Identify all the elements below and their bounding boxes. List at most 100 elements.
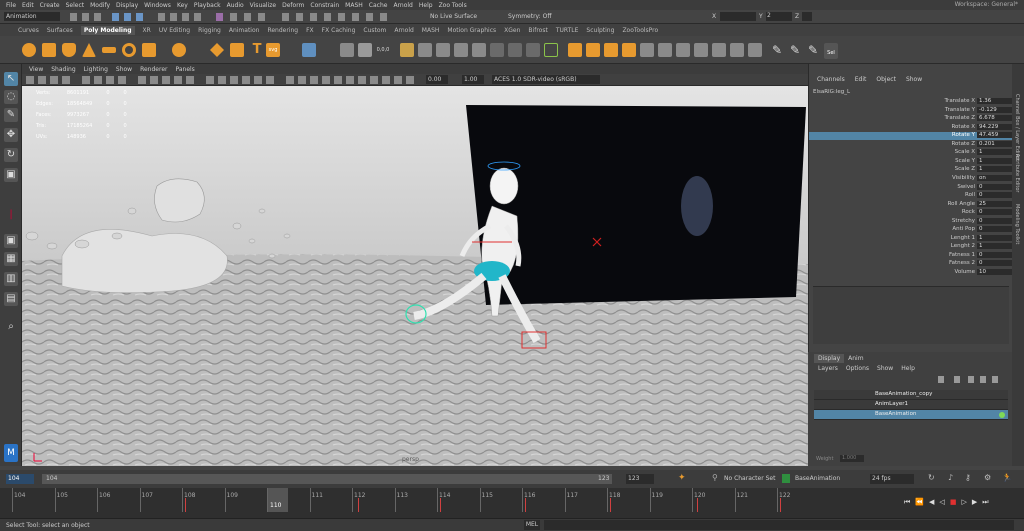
menu-item[interactable]: Edit xyxy=(22,2,34,9)
move-tool-icon[interactable]: ✥ xyxy=(4,128,18,142)
timeline[interactable]: 1041051061071081091101111121131141151161… xyxy=(0,488,1024,518)
attribute-row[interactable]: Rock 0 xyxy=(809,209,1013,217)
menu-item[interactable]: Deform xyxy=(282,2,304,9)
layer-row-selected[interactable]: BaseAnimation xyxy=(814,410,1008,420)
loop-icon[interactable]: ↻ xyxy=(928,473,935,482)
shelf-tab[interactable]: Rigging xyxy=(198,27,221,34)
sphere-icon[interactable] xyxy=(22,43,36,57)
cylinder-icon[interactable] xyxy=(62,43,76,57)
shelf-tab[interactable]: TURTLE xyxy=(556,27,579,34)
super-shape-icon[interactable] xyxy=(230,43,244,57)
attribute-value[interactable]: 94.229 xyxy=(977,123,1013,130)
character-icon[interactable]: ⚲ xyxy=(712,473,718,482)
attribute-row[interactable]: Scale Z1 xyxy=(809,166,1013,174)
edge-loop-icon[interactable] xyxy=(526,43,540,57)
layer-menu-item[interactable]: Layers xyxy=(818,365,838,372)
freeze-icon[interactable] xyxy=(658,43,672,57)
harden-icon[interactable] xyxy=(712,43,726,57)
channel-menu-item[interactable]: Edit xyxy=(855,76,867,83)
panel-menu-item[interactable]: Show xyxy=(116,66,132,73)
bevel-icon[interactable] xyxy=(436,43,450,57)
tab-attribute-editor[interactable]: Attribute Editor xyxy=(1014,154,1020,192)
shelf-tab[interactable]: Poly Modeling xyxy=(80,25,135,35)
shelf-tab[interactable]: Animation xyxy=(229,27,260,34)
command-input[interactable] xyxy=(544,520,1014,530)
shelf-tab[interactable]: Sculpting xyxy=(586,27,614,34)
attribute-row[interactable]: Roll Angle 25 xyxy=(809,200,1013,209)
attribute-value[interactable]: 0 xyxy=(977,192,1013,199)
attribute-row[interactable]: Anti Pop 0 xyxy=(809,226,1013,234)
panel-menu-item[interactable]: View xyxy=(29,66,43,73)
menu-item[interactable]: Display xyxy=(116,2,138,9)
smooth-icon[interactable] xyxy=(358,43,372,57)
attribute-value[interactable]: 1 xyxy=(977,157,1013,164)
run-icon[interactable]: 🏃 xyxy=(1002,473,1012,482)
y-field[interactable]: 2 xyxy=(766,12,792,21)
attribute-row[interactable]: Scale X1 xyxy=(809,149,1013,157)
attribute-value[interactable]: 0 xyxy=(977,183,1013,190)
attribute-row[interactable]: Scale Y1 xyxy=(809,157,1013,166)
attribute-value[interactable]: 0 xyxy=(977,251,1013,258)
panel-menu-item[interactable]: Shading xyxy=(51,66,75,73)
menu-item[interactable]: Audio xyxy=(227,2,244,9)
colorspace-dropdown[interactable]: ACES 1.0 SDR-video (sRGB) xyxy=(492,75,600,84)
layer-menu-item[interactable]: Options xyxy=(846,365,869,372)
tab-channel-box[interactable]: Channel Box / Layer Editor xyxy=(1014,94,1020,161)
uv-icon[interactable] xyxy=(622,43,636,57)
workspace-selector[interactable]: Workspace: General* xyxy=(955,1,1018,8)
go-end-icon[interactable]: ⏭ xyxy=(982,498,988,507)
layout-outliner-icon[interactable]: ▤ xyxy=(4,292,18,306)
cube-icon[interactable] xyxy=(42,43,56,57)
shelf-tab[interactable]: Bifrost xyxy=(528,27,547,34)
attribute-value[interactable]: 25 xyxy=(977,200,1013,207)
channel-menu-item[interactable]: Show xyxy=(906,76,922,83)
reduce-icon[interactable] xyxy=(604,43,618,57)
extrude-icon[interactable] xyxy=(400,43,414,57)
key-icon[interactable]: ⚷ xyxy=(965,473,971,482)
shelf-tab[interactable]: FX xyxy=(306,27,314,34)
attribute-row[interactable]: Rotate Z 0.201 xyxy=(809,140,1013,149)
menu-item[interactable]: Create xyxy=(40,2,60,9)
menu-item[interactable]: Playback xyxy=(194,2,221,9)
play-forward-icon[interactable]: ▷ xyxy=(961,498,966,507)
current-frame-field[interactable]: 104 xyxy=(6,474,34,484)
attribute-row[interactable]: Rotate X 94.229 xyxy=(809,123,1013,132)
shelf-tab[interactable]: Custom xyxy=(363,27,386,34)
tool-icon[interactable] xyxy=(730,43,744,57)
layout-four-icon[interactable]: ▦ xyxy=(4,252,18,266)
lasso-tool-icon[interactable]: ◌ xyxy=(4,90,18,104)
attribute-value[interactable]: 6.678 xyxy=(977,115,1013,122)
z-field[interactable] xyxy=(802,12,812,21)
magnifier-icon[interactable]: ⌕ xyxy=(4,320,18,334)
layer-row[interactable]: AnimLayer1 xyxy=(814,400,1008,410)
marker-icon[interactable]: | xyxy=(4,208,18,222)
attribute-row[interactable]: Translate X 1.36 xyxy=(809,98,1013,106)
multi-cut-icon[interactable] xyxy=(490,43,504,57)
attribute-row[interactable]: Fatness 20 xyxy=(809,260,1013,268)
attribute-row[interactable]: Lenght 21 xyxy=(809,243,1013,251)
layer-row[interactable]: BaseAnimation_copy xyxy=(814,390,1008,400)
shelf-tab[interactable]: UV Editing xyxy=(159,27,190,34)
menu-item[interactable]: Cache xyxy=(369,2,388,9)
attribute-value[interactable]: 1.36 xyxy=(977,98,1013,104)
range-end-field[interactable]: 123 xyxy=(626,474,654,484)
mel-label[interactable]: MEL xyxy=(524,520,540,530)
mirror-icon[interactable] xyxy=(568,43,582,57)
panel-menu-item[interactable]: Panels xyxy=(175,66,194,73)
tab-display[interactable]: Display xyxy=(814,354,845,363)
attribute-row[interactable]: Stretchy 0 xyxy=(809,217,1013,226)
shelf-tab[interactable]: ZooToolsPro xyxy=(622,27,658,34)
stop-icon[interactable]: ■ xyxy=(950,498,957,507)
attribute-row[interactable]: Translate Z 6.678 xyxy=(809,115,1013,123)
layout-two-icon[interactable]: ▥ xyxy=(4,272,18,286)
menu-item[interactable]: Visualize xyxy=(250,2,276,9)
menu-item[interactable]: Key xyxy=(177,2,188,9)
shelf-tab[interactable]: Surfaces xyxy=(47,27,73,34)
menu-item[interactable]: Help xyxy=(419,2,433,9)
play-back-icon[interactable]: ◁ xyxy=(939,498,944,507)
soften-icon[interactable] xyxy=(694,43,708,57)
shelf-tab[interactable]: XR xyxy=(143,27,151,34)
attribute-value[interactable]: on xyxy=(977,174,1013,181)
auto-key-icon[interactable]: ✦ xyxy=(678,473,686,483)
menu-item[interactable]: Windows xyxy=(144,2,171,9)
